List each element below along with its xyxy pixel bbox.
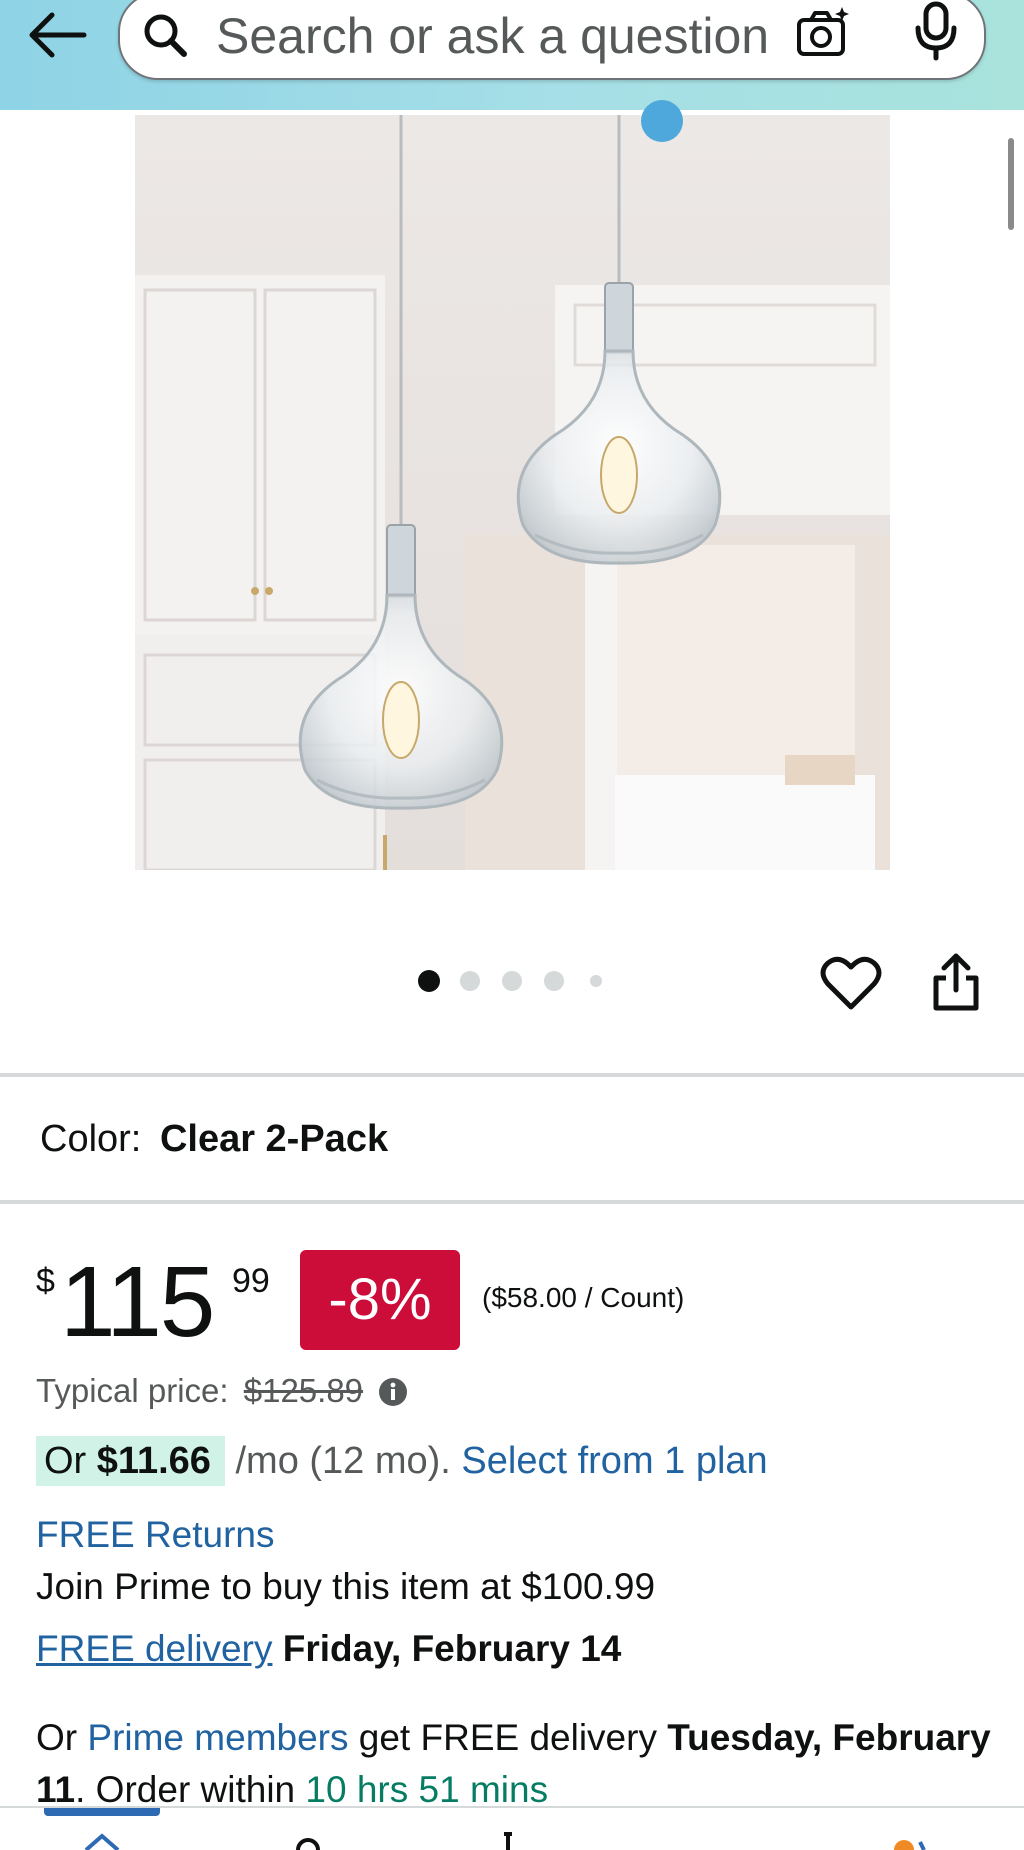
search-icon: [144, 14, 187, 57]
carousel-dot-2[interactable]: [460, 971, 480, 991]
carousel-dot-3[interactable]: [502, 971, 522, 991]
bottom-navigation: [0, 1806, 1024, 1850]
carousel-dot-4[interactable]: [544, 971, 564, 991]
free-delivery-link[interactable]: FREE delivery: [36, 1628, 272, 1669]
plan-amount: $11.66: [96, 1440, 211, 1482]
prime-mid: get FREE delivery: [348, 1717, 668, 1758]
delivery-date: Friday, February 14: [282, 1628, 622, 1669]
free-returns-link[interactable]: FREE Returns: [36, 1514, 275, 1556]
home-icon[interactable]: [82, 1830, 122, 1850]
camera-icon[interactable]: [794, 4, 852, 62]
microphone-icon[interactable]: [910, 0, 962, 62]
nav-active-indicator: [44, 1808, 160, 1816]
carousel-dot-5[interactable]: [590, 975, 602, 987]
divider-middle: [0, 1200, 1024, 1204]
cart-icon[interactable]: [494, 1830, 534, 1850]
delivery-row: FREE delivery Friday, February 14: [36, 1628, 621, 1670]
order-prefix: . Order within: [75, 1769, 306, 1810]
prime-prefix: Or: [36, 1717, 88, 1758]
price-whole: 115: [60, 1246, 215, 1358]
typical-price-row: Typical price: $125.89: [36, 1372, 408, 1410]
rufus-icon[interactable]: [890, 1830, 930, 1850]
info-icon[interactable]: [378, 1377, 408, 1407]
heart-icon[interactable]: [820, 955, 882, 1011]
typical-price-label: Typical price:: [36, 1372, 229, 1409]
order-countdown: 10 hrs 51 mins: [305, 1769, 549, 1810]
plan-prefix: Or: [44, 1440, 97, 1482]
prime-members-link[interactable]: Prime members: [87, 1717, 348, 1758]
search-bar[interactable]: [118, 0, 986, 80]
plan-term: /mo (12 mo).: [224, 1440, 462, 1482]
prime-delivery-row: Or Prime members get FREE delivery Tuesd…: [36, 1712, 996, 1816]
select-plan-link[interactable]: Select from 1 plan: [461, 1440, 767, 1482]
price-fraction: 99: [232, 1262, 270, 1300]
color-selector[interactable]: Color: Clear 2-Pack: [40, 1118, 388, 1161]
discount-badge: -8%: [300, 1250, 460, 1350]
color-value: Clear 2-Pack: [159, 1118, 389, 1160]
divider-top: [0, 1073, 1024, 1077]
pendant-lights-photo: [135, 115, 890, 870]
top-header: [0, 0, 1024, 110]
installment-plan-row: Or $11.66 /mo (12 mo). Select from 1 pla…: [36, 1436, 768, 1486]
share-icon[interactable]: [930, 950, 982, 1012]
typical-price-value: $125.89: [243, 1372, 364, 1409]
search-input[interactable]: [216, 6, 806, 66]
prime-join-text: Join Prime to buy this item at $100.99: [36, 1566, 656, 1607]
indicator-dot: [641, 100, 683, 142]
plan-highlight: Or $11.66: [36, 1436, 225, 1486]
unit-price: ($58.00 / Count): [482, 1282, 685, 1313]
scrollbar[interactable]: [1008, 138, 1014, 230]
product-image[interactable]: [135, 115, 890, 870]
color-label: Color:: [40, 1118, 142, 1160]
back-arrow-icon[interactable]: [22, 4, 92, 66]
carousel-dot-1[interactable]: [418, 970, 440, 992]
profile-icon[interactable]: [288, 1830, 328, 1850]
price-currency: $: [36, 1262, 55, 1300]
